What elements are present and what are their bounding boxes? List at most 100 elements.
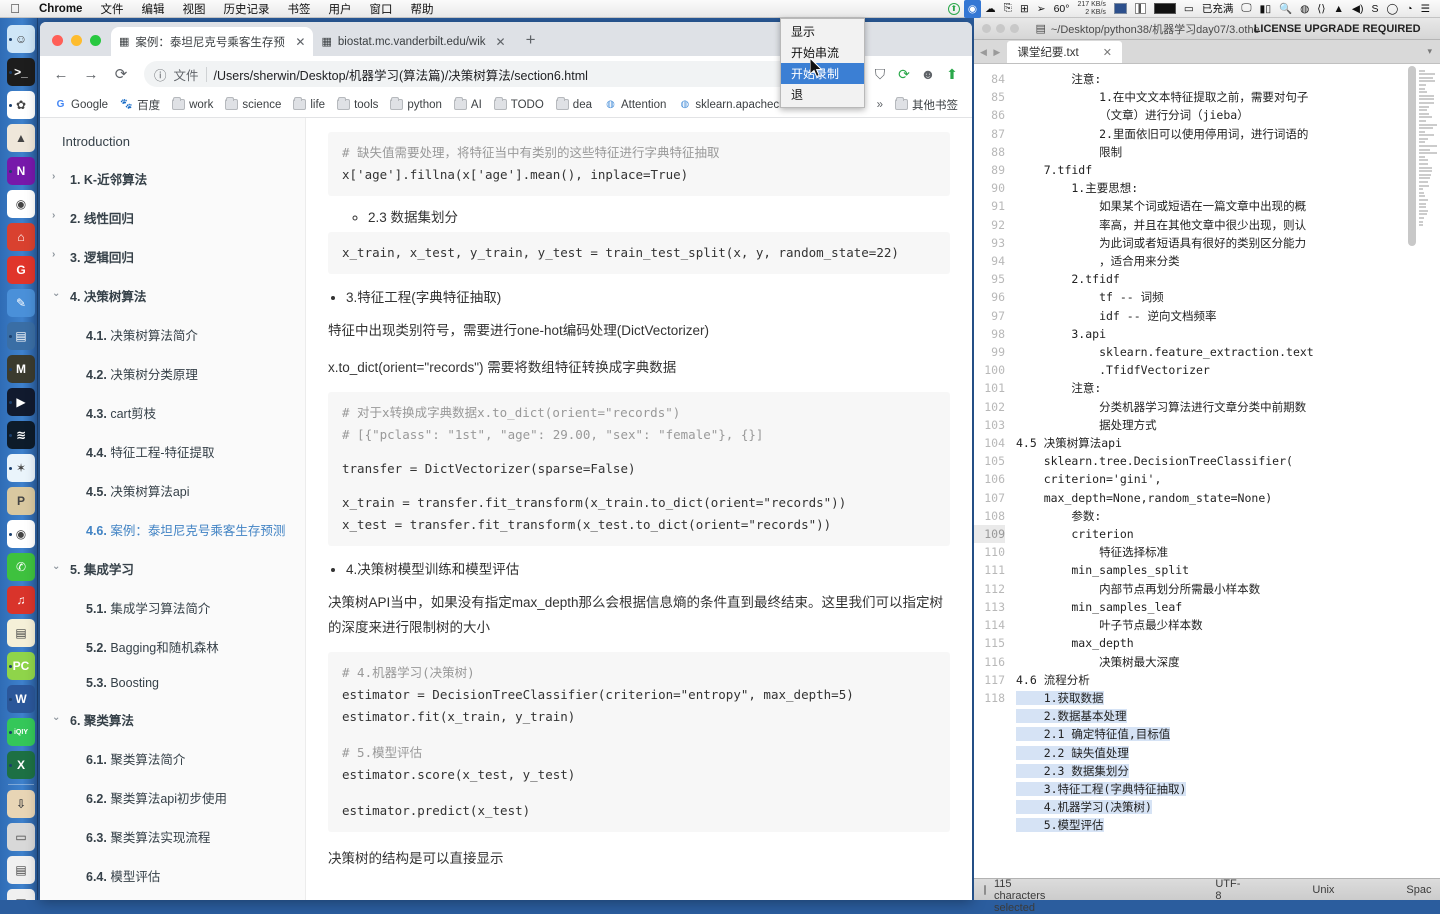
window-traffic-lights[interactable] [46,35,111,56]
tab-nav-arrows[interactable]: ◀ ▶ [974,47,1007,63]
back-button[interactable]: ← [48,61,74,87]
sidebar-item-2[interactable]: › 2. 线性回归 [40,198,305,237]
cpu-monitor-icon[interactable] [1150,0,1180,18]
chevron-icon[interactable]: › [52,247,62,263]
search-icon[interactable]: 🔍 [1275,0,1296,18]
url-text[interactable]: /Users/sherwin/Desktop/机器学习(算法篇)/决策树算法/s… [214,65,588,84]
control-center-icon[interactable]: ☰ [1417,0,1434,18]
sidebar-item-4[interactable]: ⌄ 4. 决策树算法 [40,276,305,315]
editor-minimap[interactable] [1416,64,1440,878]
sidebar-item-5-2[interactable]: 5.2. Bagging和随机森林 [40,627,305,666]
chevron-icon[interactable]: ⌄ [52,710,62,726]
syntax-status[interactable]: Spac [1406,884,1431,896]
editor-line[interactable]: 据处理方式 [1016,416,1432,434]
editor-line[interactable]: 决策树最大深度 [1016,653,1432,671]
copy-icon[interactable]: ⎘ [1000,0,1016,18]
bookmark-9[interactable]: dea [550,97,598,113]
remote-desktop-icon[interactable]: ▤ [7,322,35,350]
siri-icon[interactable]: ◯ [1382,0,1402,18]
terminal-icon[interactable]: >_ [7,58,35,86]
editor-tab[interactable]: 课堂纪要.txt ✕ [1007,41,1122,63]
close-icon[interactable]: ✕ [1103,46,1112,59]
bookmark-1[interactable]: 🐾 百度 [114,95,166,115]
editor-line[interactable]: （文章）进行分词（jieba） [1016,106,1432,124]
bookmark-7[interactable]: AI [448,97,488,113]
sidebar-item-6[interactable]: ⌄ 6. 聚类算法 [40,700,305,739]
editor-line[interactable]: 注意: [1016,70,1432,88]
sidebar-item-6-4[interactable]: 6.4. 模型评估 [40,856,305,895]
clover-icon[interactable]: ✿ [7,91,35,119]
menubar-item-5[interactable]: 书签 [278,1,319,17]
menubar-item-4[interactable]: 历史记录 [214,1,278,17]
editor-line[interactable]: 叶子节点最少样本数 [1016,616,1432,634]
editor-line[interactable]: 分类机器学习算法进行文章分类中前期数 [1016,398,1432,416]
editor-line[interactable]: 5.模型评估 [1016,816,1432,834]
editor-line[interactable]: 2.数据基本处理 [1016,707,1432,725]
menubar-item-7[interactable]: 窗口 [360,1,401,17]
browser-tab-1[interactable]: ▦ biostat.mc.vanderbilt.edu/wik ✕ [313,27,513,56]
menubar-item-2[interactable]: 编辑 [132,1,173,17]
editor-line[interactable]: 率高，并且在其他文章中很少出现，则认 [1016,216,1432,234]
chevron-icon[interactable]: ⌄ [52,559,62,575]
page-info-icon[interactable]: ⓘ [154,65,167,84]
editor-line[interactable]: max_depth [1016,634,1432,652]
temperature-indicator[interactable]: 60° [1050,0,1074,18]
editor-line[interactable]: min_samples_split [1016,561,1432,579]
editor-maximize-button[interactable] [1010,24,1019,33]
editor-content[interactable]: 注意: 1.在中文文本特征提取之前，需要对句子 （文章）进行分词（jieba） … [1010,64,1440,878]
close-window-button[interactable] [52,35,63,46]
cloud-icon[interactable]: ☁ [981,0,1000,18]
apple-menu-icon[interactable]:  [0,1,30,16]
sidebar-item-4-4[interactable]: 4.4. 特征工程-特征提取 [40,432,305,471]
battery-icon[interactable]: ▭ [1180,0,1198,18]
battery-status-label[interactable]: 已充满 [1198,0,1238,18]
sidebar-item-5-1[interactable]: 5.1. 集成学习算法简介 [40,588,305,627]
upload-arrow-icon[interactable]: ⬆ [944,0,964,18]
menubar-item-8[interactable]: 帮助 [401,1,442,17]
bookmark-3[interactable]: science [219,97,287,113]
new-tab-button[interactable]: + [514,30,546,56]
obs-icon[interactable]: ◉ [963,0,982,18]
pycharm-icon[interactable]: PC [7,652,35,680]
editor-line[interactable] [1016,835,1432,853]
globe-icon[interactable]: ◍ [1296,0,1313,18]
other-bookmarks-button[interactable]: 其他书签 [889,95,964,115]
document2-icon[interactable]: ▤ [7,889,35,900]
editor-line[interactable]: 2.tfidf [1016,270,1432,288]
chrome-icon[interactable]: ◉ [7,520,35,548]
bookmark-8[interactable]: TODO [488,97,550,113]
editor-line[interactable]: 3.特征工程(字典特征抽取) [1016,780,1432,798]
istat-icon[interactable] [1131,0,1150,18]
close-icon[interactable]: ✕ [295,35,305,49]
anaconda-icon[interactable]: ⌂ [7,223,35,251]
location-icon[interactable]: ◉ [7,190,35,218]
editor-line[interactable]: criterion='gini', [1016,470,1432,488]
sidebar-item-6-2[interactable]: 6.2. 聚类算法api初步使用 [40,778,305,817]
safari-icon[interactable]: ✶ [7,454,35,482]
sidebar-item-introduction[interactable]: Introduction [40,130,305,159]
editor-line[interactable]: 1.在中文文本特征提取之前，需要对句子 [1016,88,1432,106]
sidebar-item-5-3[interactable]: 5.3. Boosting [40,666,305,700]
tampermonkey-icon[interactable]: ☻ [916,62,940,86]
editor-line[interactable]: 限制 [1016,143,1432,161]
chevron-down-icon[interactable]: ▾ [1427,46,1440,63]
menubar-item-3[interactable]: 视图 [173,1,214,17]
netease-music-icon[interactable]: ♫ [7,586,35,614]
editor-line[interactable]: 如果某个词或短语在一篇文章中出现的概 [1016,197,1432,215]
editor-line[interactable]: 4.6 流程分析 [1016,671,1432,689]
macos-dock[interactable]: ☺>_✿▲N◉⌂G✎▤M▶≋✶P◉✆♫▤PCWiQIYX⇩▭▤▤▦🗑 [0,18,38,900]
editor-line[interactable]: 7.tfidf [1016,161,1432,179]
clock-icon[interactable]: ◔ [1402,0,1416,18]
menu-item-0[interactable]: 显示 [781,21,864,42]
editor-line[interactable]: 参数: [1016,507,1432,525]
editor-line[interactable]: 3.api [1016,325,1432,343]
bookmark-6[interactable]: python [384,97,448,113]
network-speed-indicator[interactable]: 217 KB/s 2 KB/s [1073,0,1109,18]
editor-line[interactable]: 4.机器学习(决策树) [1016,798,1432,816]
bookmark-0[interactable]: G Google [48,96,114,113]
sogou-input-icon[interactable]: S [1367,0,1382,18]
pycharm-ce-icon[interactable]: P [7,487,35,515]
sublime-text-icon[interactable]: M [7,355,35,383]
document-icon[interactable]: ▤ [7,856,35,884]
editor-line[interactable]: 1.获取数据 [1016,689,1432,707]
